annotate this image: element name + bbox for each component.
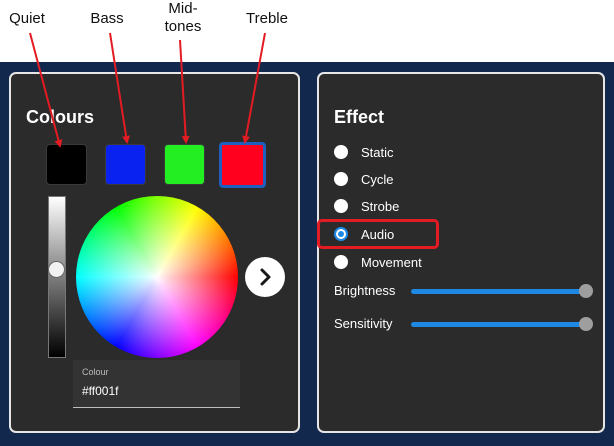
effect-option-label: Static	[361, 144, 394, 160]
annotation-treble: Treble	[246, 10, 288, 27]
effect-option-cycle[interactable]: Cycle	[334, 169, 394, 189]
annotation-bass: Bass	[90, 10, 124, 27]
radio-static[interactable]	[334, 145, 348, 159]
brightness-vertical-slider-knob[interactable]	[48, 261, 65, 279]
radio-movement[interactable]	[334, 255, 348, 269]
chevron-right-icon	[260, 268, 271, 286]
swatch-treble[interactable]	[219, 142, 266, 188]
colour-wheel[interactable]	[76, 196, 238, 358]
annotation-midtones: Mid- tones	[164, 0, 202, 35]
sensitivity-label: Sensitivity	[334, 316, 393, 331]
effect-option-label: Strobe	[361, 198, 400, 214]
colour-input-value[interactable]: #ff001f	[82, 384, 118, 398]
colours-title: Colours	[26, 107, 95, 127]
radio-audio[interactable]	[334, 227, 348, 241]
swatch-midtones[interactable]	[164, 144, 205, 185]
radio-strobe[interactable]	[334, 199, 348, 213]
effect-option-label: Audio	[361, 226, 395, 242]
colours-panel: Colours Colour #ff001f	[9, 72, 300, 433]
brightness-slider[interactable]	[411, 284, 593, 298]
swatch-quiet[interactable]	[46, 144, 87, 185]
radio-cycle[interactable]	[334, 172, 348, 186]
effect-option-strobe[interactable]: Strobe	[334, 196, 399, 216]
effect-option-label: Cycle	[361, 171, 394, 187]
colour-input-label: Colour	[82, 367, 109, 377]
brightness-vertical-slider[interactable]	[48, 196, 66, 358]
app-background: Colours Colour #ff001f Effect Static Cyc…	[0, 62, 614, 446]
brightness-slider-knob[interactable]	[579, 284, 593, 298]
effect-option-audio[interactable]: Audio	[334, 224, 394, 244]
effect-panel: Effect Static Cycle Strobe Audio Movemen…	[317, 72, 605, 433]
swatch-bass[interactable]	[105, 144, 146, 185]
sensitivity-slider-knob[interactable]	[579, 317, 593, 331]
effect-title: Effect	[334, 107, 385, 127]
effect-option-static[interactable]: Static	[334, 142, 394, 162]
effect-option-label: Movement	[361, 254, 422, 270]
next-button[interactable]	[245, 257, 285, 297]
annotation-quiet: Quiet	[9, 10, 45, 27]
sensitivity-slider[interactable]	[411, 317, 593, 331]
brightness-label: Brightness	[334, 283, 396, 298]
colour-input[interactable]: Colour #ff001f	[73, 360, 240, 408]
effect-option-movement[interactable]: Movement	[334, 252, 422, 272]
